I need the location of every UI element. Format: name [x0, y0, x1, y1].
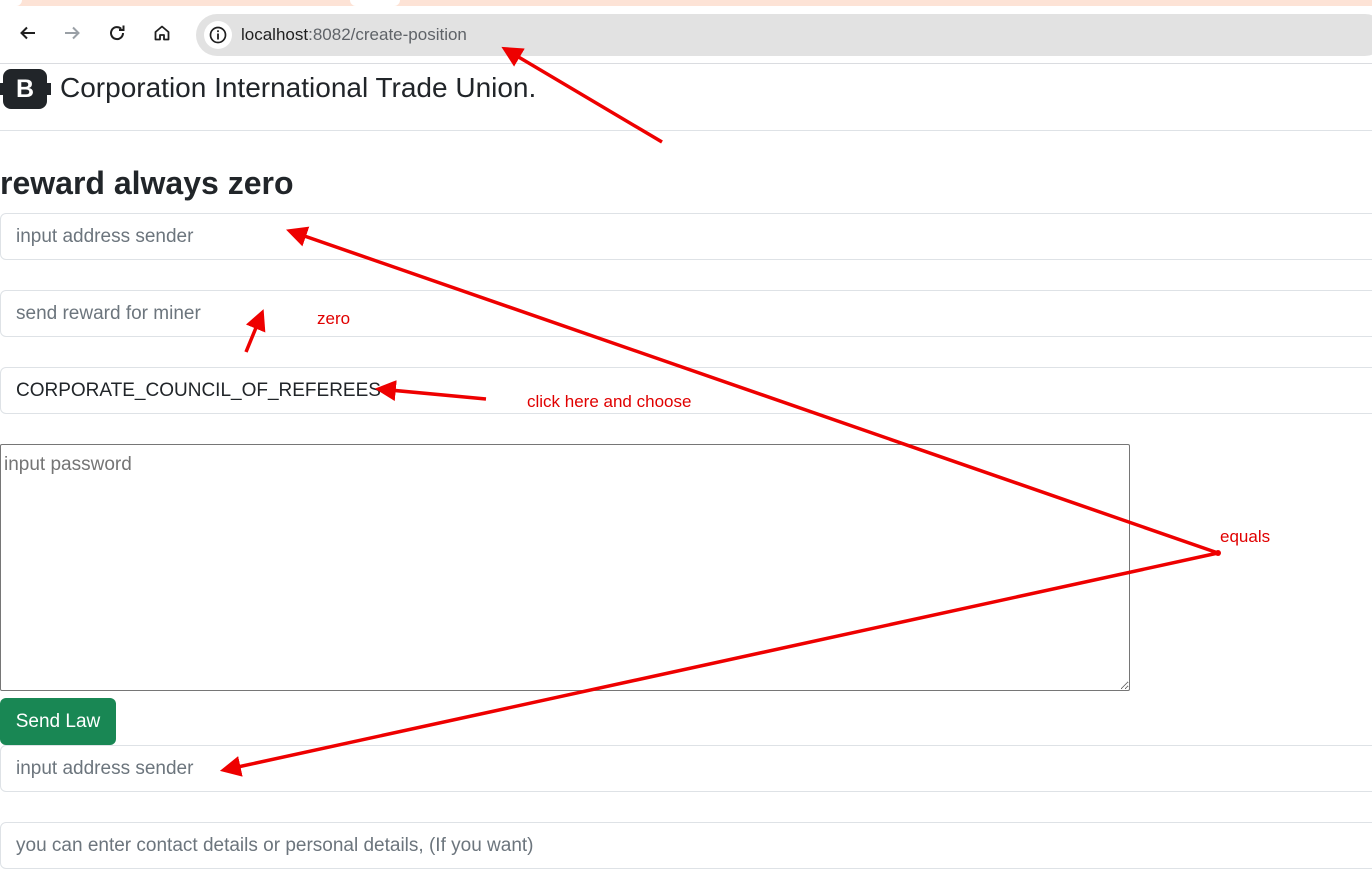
back-arrow-icon	[20, 26, 35, 40]
annotation-equals: equals	[1220, 527, 1271, 546]
annotation-choose: click here and choose	[527, 392, 692, 411]
logo-letter: B	[15, 74, 35, 103]
home-button[interactable]	[146, 17, 178, 49]
reload-button[interactable]	[101, 17, 133, 49]
url-host: localhost	[241, 25, 309, 44]
contact-details-input[interactable]	[0, 822, 1372, 869]
position-selected-value: CORPORATE_COUNCIL_OF_REFEREES	[16, 379, 381, 401]
send-law-button[interactable]: Send Law	[0, 698, 116, 745]
sender-address-input[interactable]	[0, 213, 1372, 260]
address-bar[interactable]: localhost:8082/create-position	[196, 14, 1372, 56]
forward-button[interactable]	[56, 17, 88, 49]
brand-logo-icon[interactable]: B	[0, 69, 51, 109]
password-textarea[interactable]	[0, 444, 1130, 691]
miner-reward-input[interactable]	[0, 290, 1372, 337]
annotation-zero: zero	[317, 309, 351, 328]
reload-icon	[110, 25, 125, 41]
brand-name[interactable]: Corporation International Trade Union.	[60, 72, 536, 104]
forward-arrow-icon	[65, 26, 80, 40]
browser-toolbar: localhost:8082/create-position	[0, 6, 1372, 64]
url-path: :8082/create-position	[308, 25, 467, 44]
info-icon[interactable]	[204, 21, 232, 49]
back-button[interactable]	[12, 17, 44, 49]
arrow-origin-dot	[1215, 550, 1221, 556]
url-text: localhost:8082/create-position	[241, 25, 467, 45]
site-navbar: B Corporation International Trade Union.	[0, 65, 1372, 131]
page-title: reward always zero	[0, 165, 294, 201]
sender-address-input-2[interactable]	[0, 745, 1372, 792]
home-icon	[154, 25, 170, 41]
